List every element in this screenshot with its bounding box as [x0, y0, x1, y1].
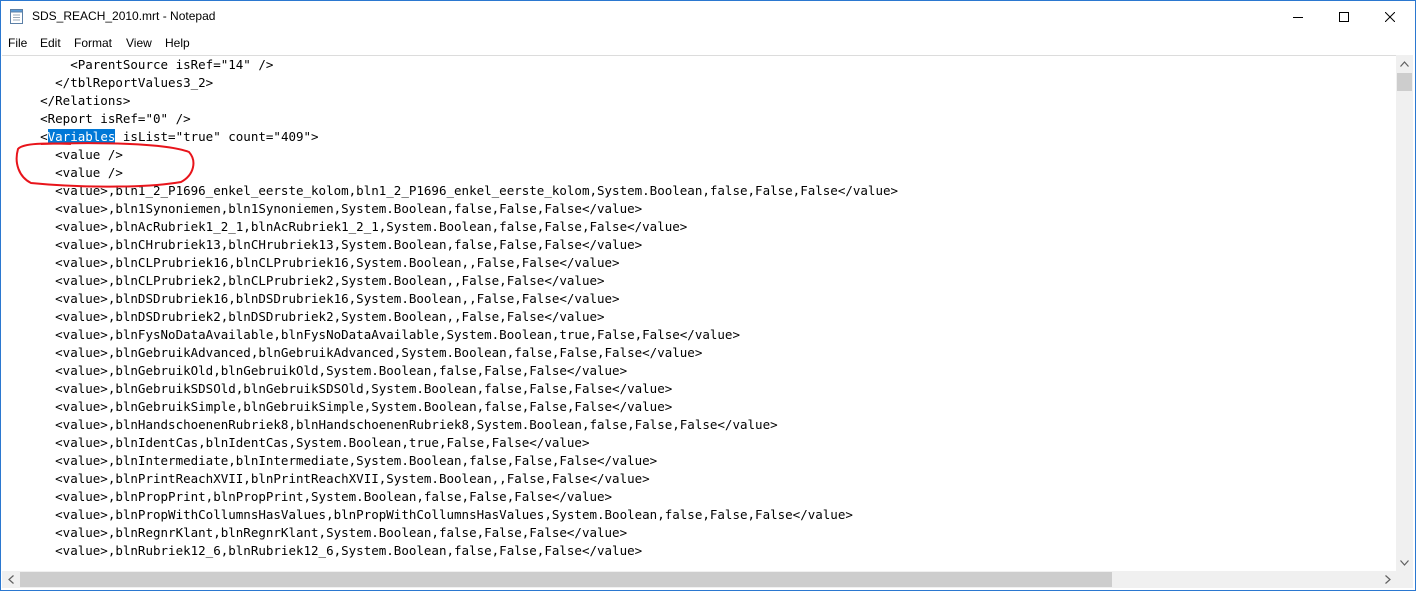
- scroll-left-button[interactable]: [2, 571, 19, 588]
- text-lines: <ParentSource isRef="14" /> </tblReportV…: [10, 56, 898, 560]
- text-line: <Report isRef="0" />: [10, 111, 191, 126]
- text-line: <value>,blnFysNoDataAvailable,blnFysNoDa…: [10, 327, 740, 342]
- notepad-app-icon: [10, 9, 23, 24]
- close-icon: [1385, 11, 1395, 22]
- chevron-left-icon: [7, 575, 14, 584]
- menu-format[interactable]: Format: [74, 36, 112, 50]
- text-line: <Variables isList="true" count="409">: [10, 129, 319, 144]
- chevron-down-icon: [1400, 559, 1409, 566]
- text-line: <value>,blnGebruikSDSOld,blnGebruikSDSOl…: [10, 381, 673, 396]
- menu-file[interactable]: File: [8, 36, 27, 50]
- text-line: <value>,blnDSDrubriek2,blnDSDrubriek2,Sy…: [10, 309, 605, 324]
- text-line: <value>,blnGebruikAdvanced,blnGebruikAdv…: [10, 345, 703, 360]
- text-line: <value>,blnCLPrubriek2,blnCLPrubriek2,Sy…: [10, 273, 605, 288]
- maximize-icon: [1339, 11, 1349, 22]
- text-line: </Relations>: [10, 93, 131, 108]
- maximize-button[interactable]: [1321, 1, 1367, 32]
- text-line: <value>,bln1_2_P1696_enkel_eerste_kolom,…: [10, 183, 899, 198]
- text-line: <value>,blnPropPrint,blnPropPrint,System…: [10, 489, 613, 504]
- notepad-window: SDS_REACH_2010.mrt - Notepad File Edit F…: [0, 0, 1416, 591]
- text-line: <value>,blnHandschoenenRubriek8,blnHands…: [10, 417, 778, 432]
- text-line: <value>,blnAcRubriek1_2_1,blnAcRubriek1_…: [10, 219, 688, 234]
- horizontal-scroll-thumb[interactable]: [20, 572, 1112, 587]
- text-editor-area[interactable]: <ParentSource isRef="14" /> </tblReportV…: [2, 55, 1396, 572]
- text-line: <value>,blnGebruikOld,blnGebruikOld,Syst…: [10, 363, 628, 378]
- scroll-down-button[interactable]: [1396, 554, 1413, 571]
- text-line: <value>,blnRubriek12_6,blnRubriek12_6,Sy…: [10, 543, 643, 558]
- menu-view[interactable]: View: [126, 36, 152, 50]
- selected-text: Variables: [47, 129, 116, 144]
- scroll-right-button[interactable]: [1379, 571, 1396, 588]
- text-line: <ParentSource isRef="14" />: [10, 57, 274, 72]
- text-line: <value />: [10, 147, 123, 162]
- scroll-up-button[interactable]: [1396, 55, 1413, 72]
- text-line: <value>,blnPropWithCollumnsHasValues,bln…: [10, 507, 853, 522]
- scrollbar-corner: [1396, 571, 1413, 588]
- title-bar[interactable]: SDS_REACH_2010.mrt - Notepad: [1, 1, 1415, 32]
- text-line: <value>,blnDSDrubriek16,blnDSDrubriek16,…: [10, 291, 620, 306]
- horizontal-scrollbar[interactable]: [2, 571, 1396, 588]
- text-line: <value>,blnIntermediate,blnIntermediate,…: [10, 453, 658, 468]
- menu-bar: File Edit Format View Help: [1, 32, 1415, 54]
- minimize-button[interactable]: [1275, 1, 1321, 32]
- text-line: <value>,bln1Synoniemen,bln1Synoniemen,Sy…: [10, 201, 643, 216]
- close-button[interactable]: [1367, 1, 1413, 32]
- text-line: <value />: [10, 165, 123, 180]
- text-line: <value>,blnRegnrKlant,blnRegnrKlant,Syst…: [10, 525, 628, 540]
- chevron-up-icon: [1400, 60, 1409, 67]
- chevron-right-icon: [1384, 575, 1391, 584]
- text-line: <value>,blnPrintReachXVII,blnPrintReachX…: [10, 471, 650, 486]
- vertical-scrollbar[interactable]: [1396, 55, 1413, 571]
- text-line: <value>,blnIdentCas,blnIdentCas,System.B…: [10, 435, 590, 450]
- menu-edit[interactable]: Edit: [40, 36, 61, 50]
- minimize-icon: [1293, 16, 1303, 18]
- text-line: <value>,blnCLPrubriek16,blnCLPrubriek16,…: [10, 255, 620, 270]
- menu-help[interactable]: Help: [165, 36, 190, 50]
- window-title: SDS_REACH_2010.mrt - Notepad: [32, 9, 216, 23]
- text-line: </tblReportValues3_2>: [10, 75, 214, 90]
- vertical-scroll-thumb[interactable]: [1397, 73, 1412, 91]
- text-line: <value>,blnCHrubriek13,blnCHrubriek13,Sy…: [10, 237, 643, 252]
- text-line: <value>,blnGebruikSimple,blnGebruikSimpl…: [10, 399, 673, 414]
